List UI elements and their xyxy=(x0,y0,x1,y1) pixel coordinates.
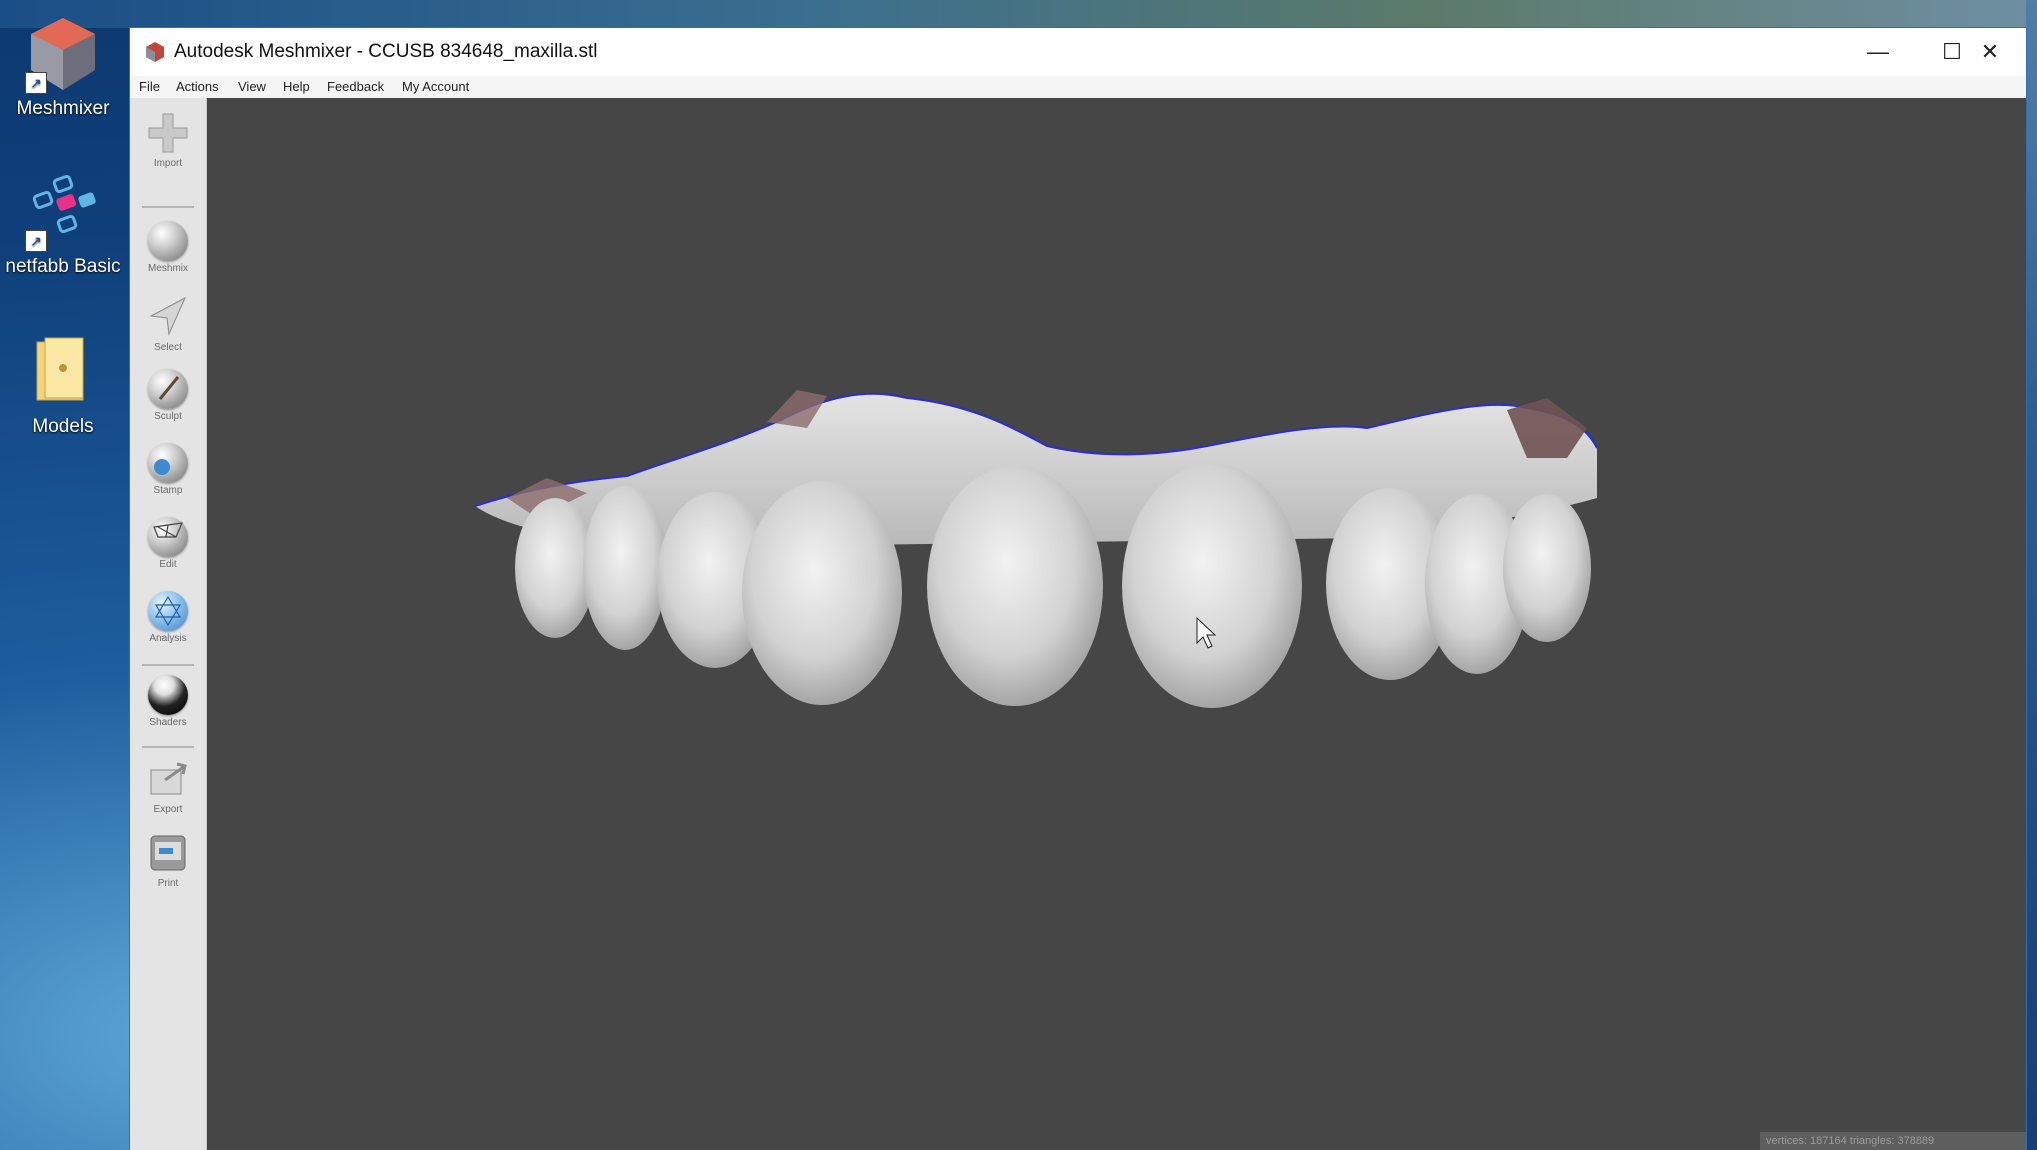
edit-sphere-icon xyxy=(148,517,188,557)
tool-label: Shaders xyxy=(149,717,187,728)
tool-label: Analysis xyxy=(149,633,187,644)
toolbar-separator xyxy=(142,206,194,208)
desktop-icon-label: netfabb Basic xyxy=(5,256,121,277)
folder-icon xyxy=(23,332,103,412)
tool-label: Select xyxy=(154,342,182,353)
tool-analysis[interactable]: Analysis xyxy=(130,588,206,660)
tool-select[interactable]: Select xyxy=(130,292,206,364)
toolbar-separator xyxy=(142,746,194,748)
desktop-icon-meshmixer[interactable]: ↗ Meshmixer xyxy=(0,14,126,120)
menu-view[interactable]: View xyxy=(238,79,266,94)
toolbar-separator xyxy=(142,664,194,666)
menu-help[interactable]: Help xyxy=(283,79,310,94)
tool-export[interactable]: Export xyxy=(130,754,206,826)
menu-file[interactable]: File xyxy=(139,79,160,94)
tool-sculpt[interactable]: Sculpt xyxy=(130,366,206,438)
tool-label: Export xyxy=(153,804,183,815)
close-button[interactable]: ✕ xyxy=(1954,28,2026,76)
select-arrow-icon xyxy=(145,294,191,340)
shaders-sphere-icon xyxy=(148,675,188,715)
tool-label: Sculpt xyxy=(154,411,182,422)
desktop-icon-label: Meshmixer xyxy=(16,98,110,119)
menu-actions[interactable]: Actions xyxy=(176,79,219,94)
3d-viewport[interactable]: vertices: 187164 triangles: 378889 xyxy=(207,98,2026,1150)
tool-stamp[interactable]: Stamp xyxy=(130,440,206,512)
menu-bar: File Actions View Help Feedback My Accou… xyxy=(130,76,2026,99)
tool-import[interactable]: Import xyxy=(130,108,206,180)
desktop-wallpaper-top xyxy=(0,0,2037,28)
analysis-sphere-icon xyxy=(148,591,188,631)
tool-label: Stamp xyxy=(153,485,183,496)
window-title: Autodesk Meshmixer - CCUSB 834648_maxill… xyxy=(174,41,598,62)
stamp-icon xyxy=(148,443,188,483)
desktop-icon-netfabb[interactable]: ↗ netfabb Basic xyxy=(0,172,126,278)
print-icon xyxy=(145,830,191,876)
shortcut-arrow-icon: ↗ xyxy=(25,230,47,252)
meshmix-sphere-icon xyxy=(148,221,188,261)
desktop-wallpaper-right xyxy=(2026,0,2037,1150)
tool-shaders[interactable]: Shaders xyxy=(130,672,206,744)
tool-label: Import xyxy=(153,158,183,169)
tool-palette: Import Meshmix Select Sculpt Stamp Edit … xyxy=(130,98,207,1150)
tool-label: Edit xyxy=(159,559,177,570)
tool-print[interactable]: Print xyxy=(130,828,206,900)
sculpt-brush-icon xyxy=(148,369,188,409)
netfabb-icon: ↗ xyxy=(23,172,103,252)
mesh-status-bar: vertices: 187164 triangles: 378889 xyxy=(1760,1132,2026,1150)
menu-my-account[interactable]: My Account xyxy=(402,79,469,94)
import-plus-icon xyxy=(145,110,191,156)
tool-edit[interactable]: Edit xyxy=(130,514,206,586)
meshmixer-window: Autodesk Meshmixer - CCUSB 834648_maxill… xyxy=(130,28,2026,1150)
meshmixer-icon: ↗ xyxy=(23,14,103,94)
title-bar[interactable]: Autodesk Meshmixer - CCUSB 834648_maxill… xyxy=(130,28,2026,76)
menu-feedback[interactable]: Feedback xyxy=(327,79,384,94)
shortcut-arrow-icon: ↗ xyxy=(25,72,47,94)
export-icon xyxy=(145,756,191,802)
dental-mesh-model[interactable] xyxy=(207,98,2026,1150)
tool-meshmix[interactable]: Meshmix xyxy=(130,218,206,290)
tool-label: Print xyxy=(157,878,179,889)
desktop-icon-models[interactable]: Models xyxy=(0,332,126,438)
desktop-icon-label: Models xyxy=(32,416,94,437)
app-icon xyxy=(146,42,164,62)
minimize-button[interactable]: — xyxy=(1842,28,1914,76)
tool-label: Meshmix xyxy=(147,263,188,274)
